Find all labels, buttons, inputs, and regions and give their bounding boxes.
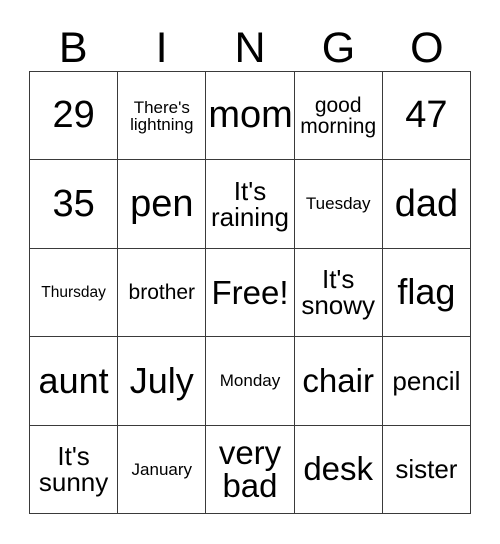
bingo-cell-label: mom [208,94,293,137]
bingo-cell-label: pen [130,182,194,225]
bingo-grid: 29 There's lightning mom good morning 47 35 pe… [29,71,471,514]
bingo-cell-label: pencil [392,365,461,396]
bingo-cell-label: Tuesday [305,194,371,214]
bingo-cell-label: It's snowy [301,264,376,321]
bingo-cell[interactable]: flag [382,248,471,338]
bingo-cell-label: very bad [218,434,282,505]
bingo-cell[interactable]: mom [206,72,295,161]
bingo-header-letter-i: I [155,24,168,72]
bingo-cell[interactable]: January [118,425,207,514]
bingo-cell-label: aunt [38,359,109,401]
bingo-cell-label: It's raining [210,176,290,233]
bingo-cell-label: good morning [300,93,377,138]
bingo-cell[interactable]: 29 [30,72,119,161]
bingo-cell[interactable]: 35 [30,160,119,249]
bingo-cell-label: flag [397,271,456,313]
bingo-header-letter-o: O [410,24,444,72]
bingo-cell[interactable]: It's sunny [30,425,119,514]
bingo-header-cell-g: G [294,14,382,70]
bingo-cell-label: brother [128,280,196,304]
bingo-cell[interactable]: good morning [294,72,383,161]
bingo-cell-label: Monday [219,371,281,391]
bingo-cell[interactable]: It's raining [206,160,295,249]
bingo-cell-label: July [129,359,194,401]
bingo-cell[interactable]: pen [118,160,207,249]
bingo-cell-label: Thursday [41,283,106,301]
bingo-cell[interactable]: July [118,337,207,426]
bingo-cell-label: 35 [52,182,95,225]
bingo-cell[interactable]: pencil [382,337,471,426]
bingo-cell[interactable]: It's snowy [294,248,383,338]
bingo-cell-label: desk [303,450,374,488]
bingo-cell[interactable]: dad [382,160,471,249]
bingo-cell-label: There's lightning [130,97,194,134]
bingo-cell[interactable]: chair [294,337,383,426]
bingo-cell[interactable]: sister [382,425,471,514]
bingo-cell[interactable]: desk [294,425,383,514]
bingo-cell[interactable]: Monday [206,337,295,426]
bingo-cell-label: 47 [405,94,448,137]
bingo-header-cell-n: N [206,14,294,70]
bingo-cell-label: January [131,459,193,479]
bingo-header-cell-o: O [383,14,471,70]
bingo-cell[interactable]: very bad [206,425,295,514]
bingo-header-cell-i: I [117,14,205,70]
bingo-cell-label: 29 [52,94,95,137]
bingo-cell[interactable]: 47 [382,72,471,161]
bingo-cell[interactable]: There's lightning [118,72,207,161]
bingo-cell[interactable]: aunt [30,337,119,426]
bingo-cell-label: Free! [211,273,289,311]
bingo-cell-label: dad [394,182,459,225]
bingo-cell[interactable]: Tuesday [294,160,383,249]
bingo-card: B I N G O 29 There's lightning mom good mor… [0,0,500,544]
bingo-cell-label: chair [302,362,374,400]
bingo-cell-label: It's sunny [38,441,109,498]
bingo-free-space-cell[interactable]: Free! [206,248,295,338]
bingo-header-letter-n: N [234,24,266,72]
bingo-cell[interactable]: Thursday [30,248,119,338]
bingo-cell-label: sister [395,454,458,485]
bingo-cell[interactable]: brother [118,248,207,338]
bingo-header-row: B I N G O [29,14,471,70]
bingo-header-letter-b: B [58,24,88,72]
bingo-header-letter-g: G [321,24,356,72]
bingo-header-cell-b: B [29,14,117,70]
